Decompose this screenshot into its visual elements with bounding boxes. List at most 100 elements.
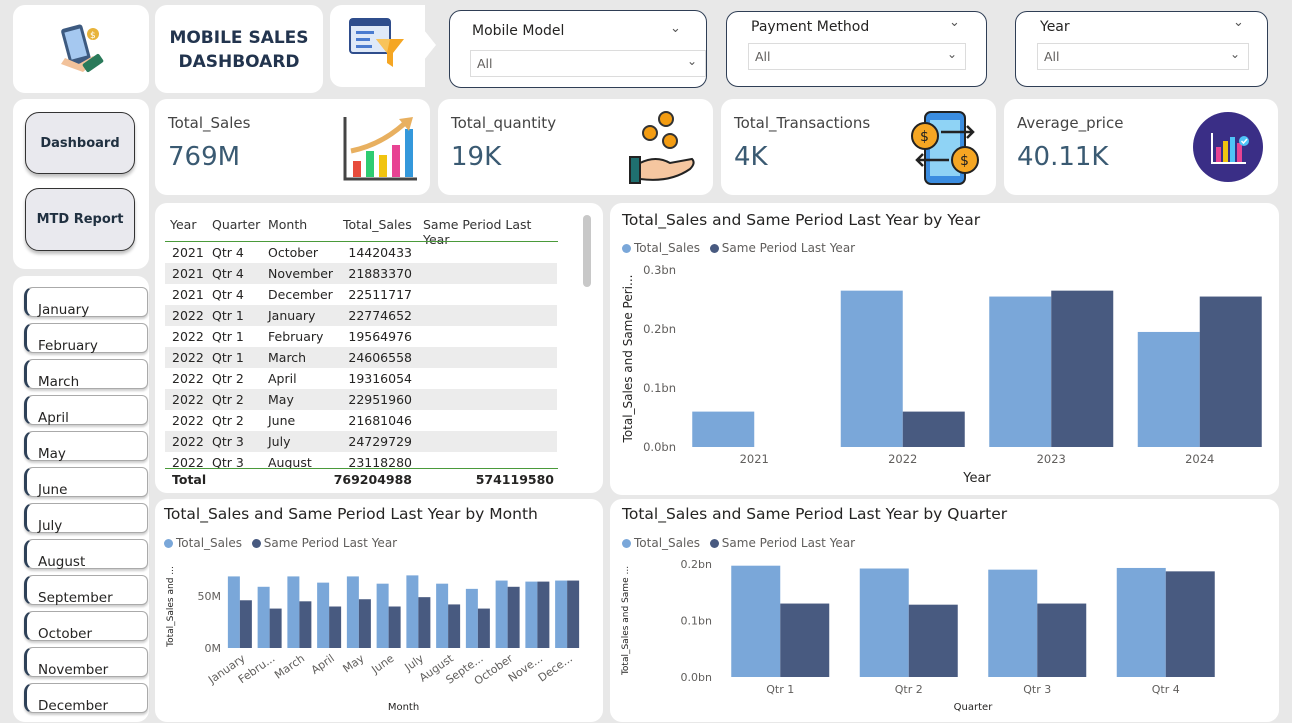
mobile-payment-icon: $ xyxy=(61,24,104,73)
month-cell: April xyxy=(268,371,297,386)
total-label: Total xyxy=(172,472,207,487)
month-button-june[interactable]: June xyxy=(24,467,148,498)
bar-growth-icon xyxy=(343,117,417,181)
payment-method-select[interactable]: All ⌄ xyxy=(748,43,966,70)
kpi-value: 40.11K xyxy=(1017,142,1109,172)
table-row[interactable]: 2021 Qtr 4 November 21883370 xyxy=(165,263,557,284)
payment-method-filter[interactable]: Payment Method ⌄ All ⌄ xyxy=(726,11,987,87)
table-body: 2021 Qtr 4 October 14420433 2021 Qtr 4 Novembe… xyxy=(165,242,558,468)
kpi-title: Total_Sales xyxy=(168,114,251,132)
table-row[interactable]: 2022 Qtr 1 January 22774652 xyxy=(165,305,557,326)
sales-cell: 23118280 xyxy=(348,455,412,468)
chevron-down-icon[interactable]: ⌄ xyxy=(949,15,960,30)
bar-last-year xyxy=(269,608,282,648)
col-header-quarter[interactable]: Quarter xyxy=(212,217,260,232)
total-divider xyxy=(165,468,558,469)
bar-last-year xyxy=(1037,603,1087,677)
bar-total-sales xyxy=(692,411,755,447)
bar-last-year xyxy=(358,599,371,648)
filter-funnel-icon xyxy=(349,18,404,67)
month-button-december[interactable]: December xyxy=(24,683,148,714)
chevron-down-icon[interactable]: ⌄ xyxy=(947,47,957,61)
month-label: November xyxy=(38,662,109,678)
kpi-average-price: Average_price 40.11K xyxy=(1004,99,1278,195)
sales-cell: 21883370 xyxy=(348,266,412,281)
month-bar-chart: 0M50MTotal_Sales and ...MonthJanuaryFebr… xyxy=(166,566,580,713)
bar-total-sales xyxy=(495,580,508,648)
col-header-year[interactable]: Year xyxy=(170,217,196,232)
month-label: May xyxy=(38,446,66,462)
bar-last-year xyxy=(299,601,312,648)
quarter-cell: Qtr 2 xyxy=(212,392,244,407)
table-row[interactable]: 2022 Qtr 3 July 24729729 xyxy=(165,431,557,452)
month-label: September xyxy=(38,590,113,606)
y-axis-label: Total_Sales and Same ... xyxy=(621,566,631,676)
x-tick-label: Qtr 2 xyxy=(895,683,923,696)
bar-last-year xyxy=(537,581,550,648)
month-button-february[interactable]: February xyxy=(24,323,148,354)
month-button-march[interactable]: March xyxy=(24,359,148,390)
month-button-may[interactable]: May xyxy=(24,431,148,462)
month-button-november[interactable]: November xyxy=(24,647,148,678)
x-axis-label: Quarter xyxy=(954,702,994,713)
bar-last-year xyxy=(418,597,431,648)
dashboard-button[interactable]: Dashboard xyxy=(25,112,135,174)
year-cell: 2022 xyxy=(172,434,204,449)
table-scrollbar[interactable] xyxy=(583,215,591,287)
chevron-down-icon[interactable]: ⌄ xyxy=(1230,47,1240,61)
month-cell: July xyxy=(268,434,291,449)
kpi-value: 4K xyxy=(734,142,768,172)
bar-last-year xyxy=(780,603,830,677)
month-button-october[interactable]: October xyxy=(24,611,148,642)
kpi-value: 769M xyxy=(168,142,241,172)
month-button-august[interactable]: August xyxy=(24,539,148,570)
quarter-bar-chart: 0.0bn 0.1bn 0.2bn Total_Sales and Same ... Q… xyxy=(621,558,1215,713)
mobile-model-filter[interactable]: Mobile Model ⌄ All ⌄ xyxy=(449,10,707,88)
month-label: March xyxy=(38,374,80,390)
month-button-july[interactable]: July xyxy=(24,503,148,534)
table-row[interactable]: 2022 Qtr 1 March 24606558 xyxy=(165,347,557,368)
bar-last-year xyxy=(567,580,580,648)
chevron-down-icon[interactable]: ⌄ xyxy=(687,54,697,68)
table-row[interactable]: 2022 Qtr 3 August 23118280 xyxy=(165,452,557,468)
table-row[interactable]: 2022 Qtr 2 May 22951960 xyxy=(165,389,557,410)
chevron-down-icon[interactable]: ⌄ xyxy=(1233,15,1244,30)
quarter-cell: Qtr 1 xyxy=(212,308,244,323)
filter-icon-card xyxy=(330,5,425,87)
sales-cell: 24606558 xyxy=(348,350,412,365)
filter-label: Mobile Model xyxy=(472,23,565,39)
total-last-year-value: 574119580 xyxy=(475,472,554,487)
col-header-month[interactable]: Month xyxy=(268,217,307,232)
chevron-down-icon[interactable]: ⌄ xyxy=(670,21,681,36)
svg-text:$: $ xyxy=(90,31,96,41)
select-value: All xyxy=(477,56,493,71)
mtd-report-button[interactable]: MTD Report xyxy=(25,188,135,251)
month-cell: August xyxy=(268,455,312,468)
month-button-january[interactable]: January xyxy=(24,287,148,318)
bar-total-sales xyxy=(859,568,909,677)
table-row[interactable]: 2022 Qtr 1 February 19564976 xyxy=(165,326,557,347)
month-button-april[interactable]: April xyxy=(24,395,148,426)
table-row[interactable]: 2022 Qtr 2 April 19316054 xyxy=(165,368,557,389)
year-cell: 2022 xyxy=(172,371,204,386)
table-row[interactable]: 2022 Qtr 2 June 21681046 xyxy=(165,410,557,431)
month-button-september[interactable]: September xyxy=(24,575,148,606)
year-cell: 2022 xyxy=(172,308,204,323)
sales-cell: 22951960 xyxy=(348,392,412,407)
table-row[interactable]: 2021 Qtr 4 October 14420433 xyxy=(165,242,557,263)
year-filter[interactable]: Year ⌄ All ⌄ xyxy=(1015,11,1268,87)
col-header-total-sales[interactable]: Total_Sales xyxy=(343,217,412,232)
table-row[interactable]: 2021 Qtr 4 December 22511717 xyxy=(165,284,557,305)
x-tick-label: Qtr 3 xyxy=(1023,683,1051,696)
year-cell: 2021 xyxy=(172,245,204,260)
mobile-model-select[interactable]: All ⌄ xyxy=(470,50,706,77)
bar-last-year xyxy=(477,608,490,648)
x-tick-label: March xyxy=(272,652,307,682)
y-tick-label: 0.0bn xyxy=(681,671,712,684)
year-select[interactable]: All ⌄ xyxy=(1037,43,1249,70)
y-tick-label: 0.0bn xyxy=(643,440,676,454)
kpi-total-quantity: Total_quantity 19K xyxy=(438,99,713,195)
x-tick-label: May xyxy=(341,652,367,676)
month-label: April xyxy=(38,410,69,426)
title-card: MOBILE SALES DASHBOARD xyxy=(155,5,323,93)
